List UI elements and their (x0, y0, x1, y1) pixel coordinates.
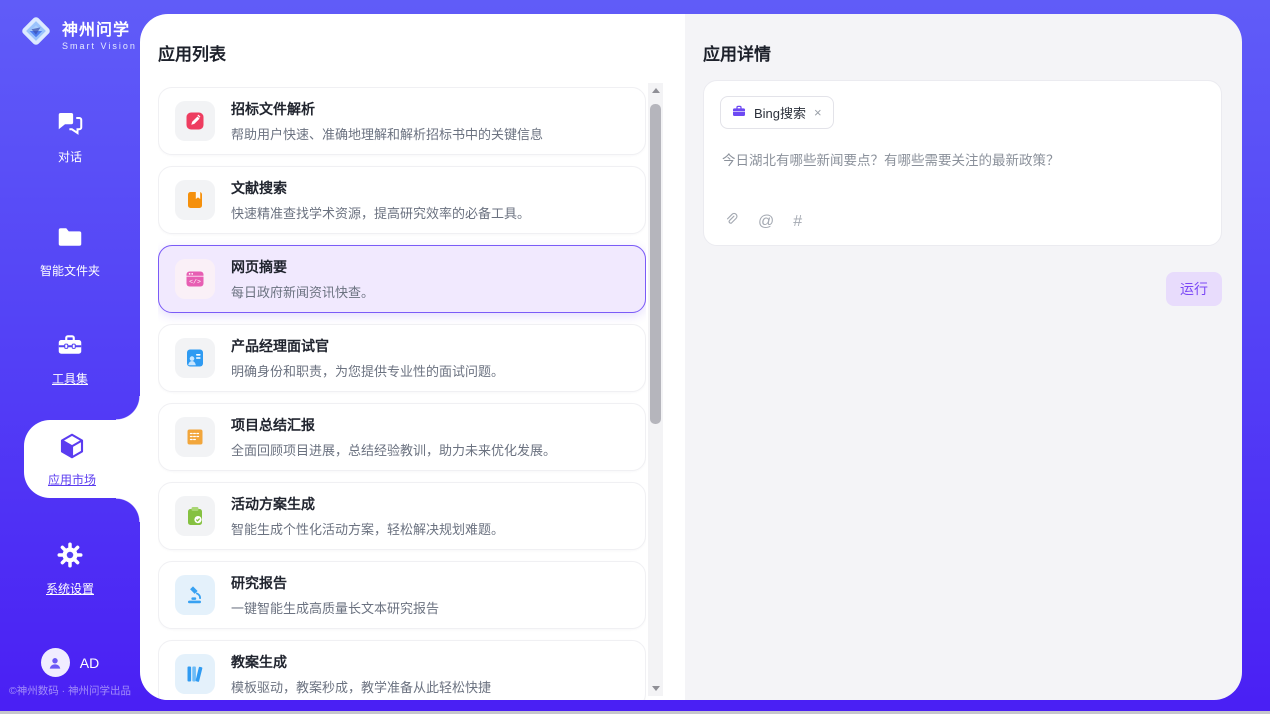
app-card-desc: 一键智能生成高质量长文本研究报告 (231, 598, 439, 617)
app-card-selected[interactable]: </> 网页摘要 每日政府新闻资讯快查。 (158, 245, 646, 313)
book-icon (175, 180, 215, 220)
app-card-desc: 帮助用户快速、准确地理解和解析招标书中的关键信息 (231, 124, 543, 143)
tool-chip-bing-search[interactable]: Bing搜索 × (720, 96, 834, 129)
books-icon (175, 654, 215, 694)
app-card[interactable]: 产品经理面试官 明确身份和职责，为您提供专业性的面试问题。 (158, 324, 646, 392)
sidebar-item-app-market[interactable]: 应用市场 (24, 420, 140, 498)
app-card[interactable]: 项目总结汇报 全面回顾项目进展，总结经验教训，助力未来优化发展。 (158, 403, 646, 471)
sidebar-item-label: 智能文件夹 (40, 262, 100, 279)
brand-name: 神州问学 (62, 16, 137, 40)
app-card-title: 活动方案生成 (231, 494, 504, 514)
person-icon (46, 654, 64, 672)
app-card-desc: 明确身份和职责，为您提供专业性的面试问题。 (231, 361, 504, 380)
app-list-title: 应用列表 (158, 40, 226, 65)
app-card[interactable]: 文献搜索 快速精准查找学术资源，提高研究效率的必备工具。 (158, 166, 646, 234)
app-card-desc: 智能生成个性化活动方案，轻松解决规划难题。 (231, 519, 504, 538)
clipboard-check-icon (175, 496, 215, 536)
scroll-down-icon[interactable] (648, 681, 663, 696)
chat-icon (55, 108, 85, 141)
app-card-title: 招标文件解析 (231, 99, 543, 119)
hashtag-icon[interactable]: # (793, 214, 802, 230)
app-card-title: 项目总结汇报 (231, 415, 556, 435)
app-list-panel: 应用列表 招标文件解析 帮助用户快速、准确地理解和解析招标书中的关键信息 (140, 14, 685, 700)
at-mention-icon[interactable]: @ (758, 214, 774, 230)
note-icon (175, 417, 215, 457)
brand-subtitle: Smart Vision (62, 41, 137, 51)
app-card-desc: 全面回顾项目进展，总结经验教训，助力未来优化发展。 (231, 440, 556, 459)
prompt-card: Bing搜索 × 今日湖北有哪些新闻要点？有哪些需要关注的最新政策？ @ # (703, 80, 1222, 246)
sidebar-item-toolset[interactable]: 工具集 (0, 330, 140, 387)
doc-edit-icon (175, 101, 215, 141)
active-tab-top-curve (116, 396, 140, 420)
copyright-footer: ©神州数码 · 神州问学出品 (0, 683, 140, 698)
app-card[interactable]: 招标文件解析 帮助用户快速、准确地理解和解析招标书中的关键信息 (158, 87, 646, 155)
avatar (41, 648, 70, 677)
app-card-title: 教案生成 (231, 652, 491, 672)
sidebar-item-smart-folders[interactable]: 智能文件夹 (0, 222, 140, 279)
app-card-title: 研究报告 (231, 573, 439, 593)
app-detail-title: 应用详情 (703, 40, 771, 65)
microscope-icon (175, 575, 215, 615)
app-card[interactable]: 研究报告 一键智能生成高质量长文本研究报告 (158, 561, 646, 629)
app-card-desc: 每日政府新闻资讯快查。 (231, 282, 374, 301)
folder-icon (55, 222, 85, 255)
toolbox-icon (55, 330, 85, 363)
app-card-desc: 快速精准查找学术资源，提高研究效率的必备工具。 (231, 203, 530, 222)
user-initials: AD (80, 655, 99, 671)
close-icon[interactable]: × (813, 105, 823, 120)
app-card-list: 招标文件解析 帮助用户快速、准确地理解和解析招标书中的关键信息 文献搜索 快速精… (158, 87, 646, 700)
person-doc-icon (175, 338, 215, 378)
app-detail-panel: 应用详情 Bing搜索 × 今日湖北有哪些新闻要点？有哪些需要关注的最新政策？ (685, 14, 1242, 700)
app-card[interactable]: 活动方案生成 智能生成个性化活动方案，轻松解决规划难题。 (158, 482, 646, 550)
app-card-desc: 模板驱动，教案秒成，教学准备从此轻松快捷 (231, 677, 491, 696)
sidebar: 神州问学 Smart Vision 对话 智能文件夹 (0, 0, 140, 714)
app-card-title: 文献搜索 (231, 178, 530, 198)
prompt-input[interactable]: 今日湖北有哪些新闻要点？有哪些需要关注的最新政策？ (722, 151, 1203, 171)
tool-chip-label: Bing搜索 (754, 103, 806, 122)
scrollbar-thumb[interactable] (650, 104, 661, 424)
sidebar-item-chat[interactable]: 对话 (0, 108, 140, 165)
sidebar-item-label: 应用市场 (48, 471, 96, 488)
paperclip-icon[interactable] (722, 211, 739, 232)
list-scrollbar[interactable] (648, 83, 663, 696)
active-tab-bottom-curve (116, 498, 140, 522)
input-toolbar: @ # (722, 211, 802, 232)
sidebar-item-settings[interactable]: 系统设置 (0, 540, 140, 597)
main-content: 应用列表 招标文件解析 帮助用户快速、准确地理解和解析招标书中的关键信息 (140, 14, 1242, 700)
browser-code-icon: </> (175, 259, 215, 299)
briefcase-icon (731, 103, 747, 122)
app-card[interactable]: 教案生成 模板驱动，教案秒成，教学准备从此轻松快捷 (158, 640, 646, 700)
app-logo: 神州问学 Smart Vision (18, 13, 137, 54)
app-card-title: 网页摘要 (231, 257, 374, 277)
sidebar-item-label: 系统设置 (46, 580, 94, 597)
diamond-logo-icon (18, 13, 54, 54)
sidebar-item-label: 对话 (58, 148, 82, 165)
run-button[interactable]: 运行 (1166, 272, 1222, 306)
scroll-up-icon[interactable] (648, 83, 663, 98)
sidebar-item-label: 工具集 (52, 370, 88, 387)
user-account[interactable]: AD (0, 648, 140, 677)
cube-icon (57, 431, 87, 466)
app-card-title: 产品经理面试官 (231, 336, 504, 356)
gear-icon (55, 540, 85, 573)
svg-text:</>: </> (189, 279, 201, 286)
